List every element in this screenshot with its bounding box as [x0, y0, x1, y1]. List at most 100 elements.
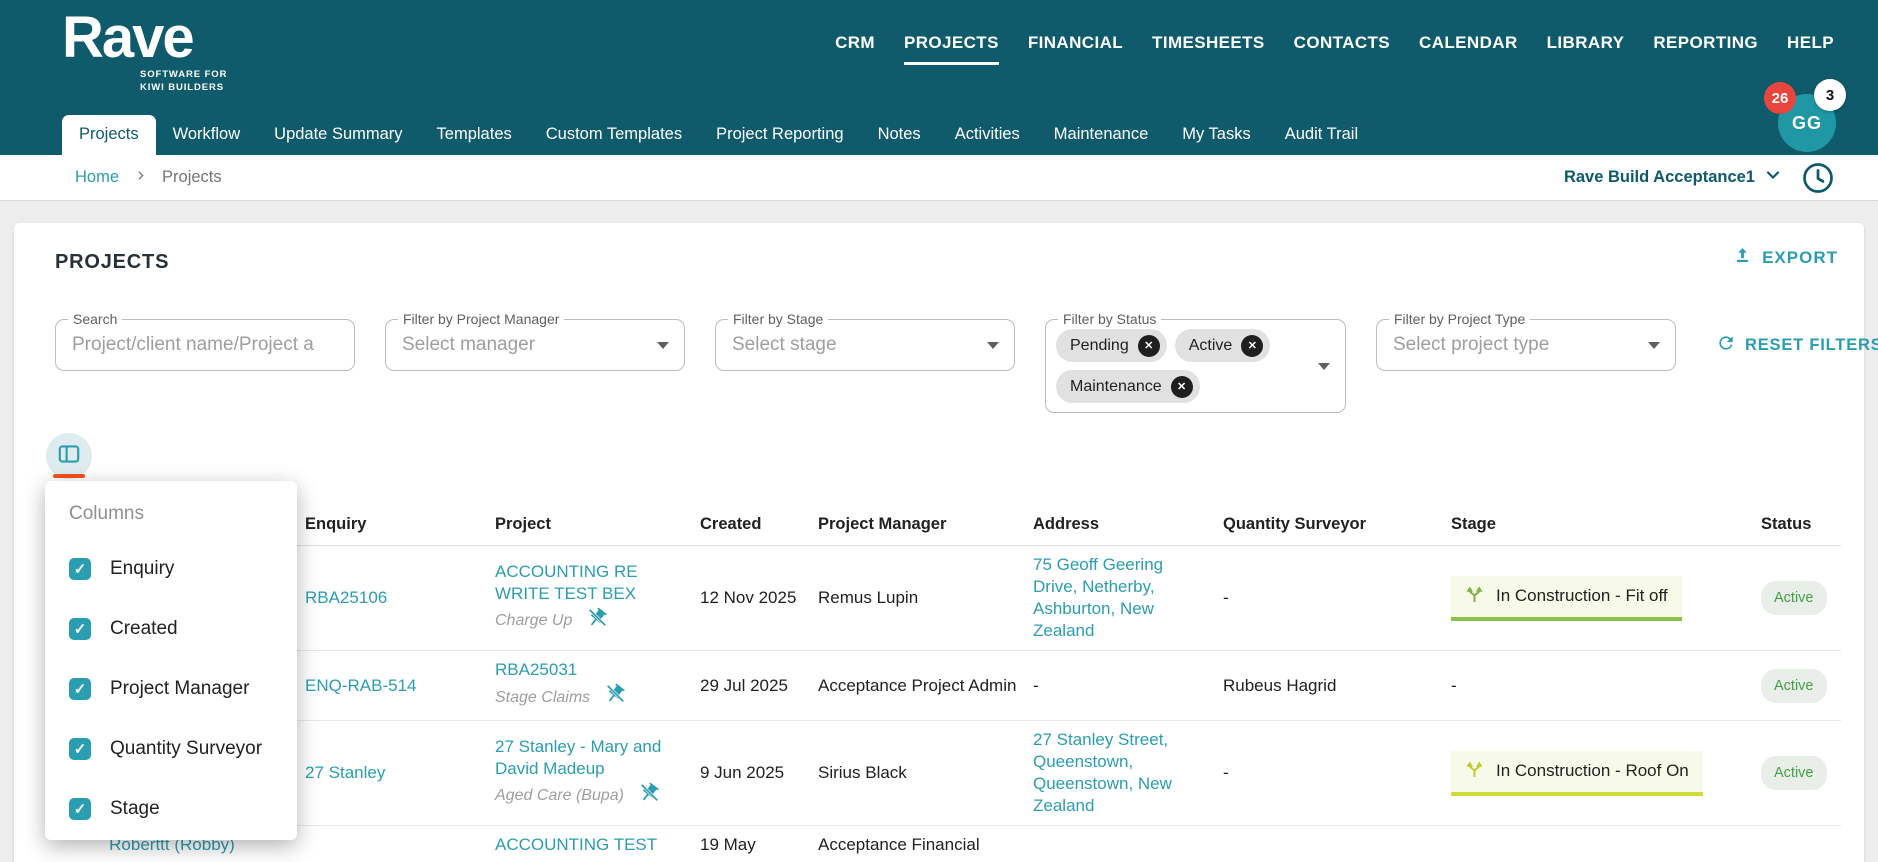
notification-count-badge[interactable]: 26 [1764, 82, 1796, 114]
tab-maintenance[interactable]: Maintenance [1037, 115, 1165, 155]
status-chip-pending: Pending ✕ [1056, 329, 1167, 362]
columns-active-indicator [53, 474, 85, 478]
top-nav-item-projects[interactable]: PROJECTS [903, 33, 999, 65]
filter-project-manager[interactable]: Filter by Project Manager Select manager [385, 311, 685, 371]
cell-quantity-surveyor: - [1223, 588, 1229, 607]
cell-project-manager: Acceptance Project Admin [818, 675, 1017, 695]
cell-status: Active [1761, 756, 1843, 790]
address-link[interactable]: 27 Stanley Street, Queenstown, Queenstow… [1033, 730, 1172, 815]
table-header-row: Enquiry Project Created Project Manager Addr… [55, 503, 1841, 546]
project-link[interactable]: ACCOUNTING RE WRITE TEST BEX [495, 561, 684, 605]
brand-tagline-line1: SOFTWARE FOR [140, 68, 228, 80]
enquiry-link[interactable]: RBA25106 [305, 588, 387, 607]
checkbox-checked-icon[interactable]: ✓ [69, 618, 91, 640]
export-upload-icon [1732, 245, 1753, 271]
status-chip-label: Maintenance [1070, 377, 1162, 395]
top-nav-item-library[interactable]: LIBRARY [1547, 33, 1625, 53]
cell-project-manager: Acceptance Financial [818, 835, 980, 854]
chevron-right-icon [134, 168, 147, 187]
workflow-stage-icon [1465, 584, 1484, 609]
top-nav-item-calendar[interactable]: CALENDAR [1419, 33, 1518, 53]
chevron-down-icon [987, 342, 999, 349]
filter-project-type[interactable]: Filter by Project Type Select project ty… [1376, 311, 1676, 371]
cell-project: ACCOUNTING RE WRITE TEST BEX Charge Up [495, 561, 700, 636]
checkbox-checked-icon[interactable]: ✓ [69, 558, 91, 580]
status-chips: Pending ✕ Active ✕ Maintenance ✕ [1056, 329, 1305, 403]
unpin-icon[interactable] [604, 683, 626, 712]
cell-enquiry: 27 Stanley [305, 762, 495, 784]
cell-project: ACCOUNTING TEST [495, 834, 700, 856]
secondary-count-badge[interactable]: 3 [1814, 79, 1846, 111]
export-button[interactable]: EXPORT [1732, 245, 1838, 271]
checkbox-checked-icon[interactable]: ✓ [69, 678, 91, 700]
top-nav-item-help[interactable]: HELP [1787, 33, 1834, 53]
brand-tagline: SOFTWARE FOR KIWI BUILDERS [140, 69, 227, 95]
cell-created: 29 Jul 2025 [700, 675, 788, 695]
filter-status[interactable]: Filter by Status Pending ✕ Active ✕ Maintena… [1045, 311, 1346, 413]
column-option-created[interactable]: ✓ Created [69, 599, 297, 659]
status-chip-label: Pending [1070, 336, 1129, 354]
column-option-project-manager[interactable]: ✓ Project Manager [69, 659, 297, 719]
account-switcher[interactable]: Rave Build Acceptance1 [1564, 155, 1783, 200]
app-header: Rave SOFTWARE FOR KIWI BUILDERS CRM PROJE… [0, 0, 1878, 155]
workflow-stage-icon [1465, 759, 1484, 784]
top-nav-item-timesheets[interactable]: TIMESHEETS [1152, 33, 1265, 53]
filter-stage[interactable]: Filter by Stage Select stage [715, 311, 1015, 371]
status-badge: Active [1761, 581, 1827, 615]
chip-remove-icon[interactable]: ✕ [1137, 334, 1160, 357]
stage-badge[interactable]: In Construction - Fit off [1451, 575, 1682, 621]
column-option-enquiry[interactable]: ✓ Enquiry [69, 539, 297, 599]
tab-activities[interactable]: Activities [938, 115, 1037, 155]
unpin-icon[interactable] [638, 782, 660, 811]
tab-update-summary[interactable]: Update Summary [257, 115, 419, 155]
search-input[interactable] [56, 320, 354, 370]
breadcrumb-bar: Home Projects Rave Build Acceptance1 [0, 155, 1878, 201]
tab-projects[interactable]: Projects [62, 115, 156, 155]
cell-enquiry: RBA25106 [305, 587, 495, 609]
tab-project-reporting[interactable]: Project Reporting [699, 115, 860, 155]
top-nav-item-reporting[interactable]: REPORTING [1653, 33, 1758, 53]
project-subtitle-text: Charge Up [495, 612, 573, 629]
cell-project-manager: Sirius Black [818, 763, 907, 782]
breadcrumb-current: Projects [162, 168, 222, 186]
reset-filters-button[interactable]: RESET FILTERS [1716, 319, 1878, 371]
cell-address: - [1033, 675, 1039, 695]
stage-badge[interactable]: In Construction - Roof On [1451, 750, 1703, 796]
user-avatar-group: GG 26 3 [1764, 79, 1846, 152]
checkbox-checked-icon[interactable]: ✓ [69, 798, 91, 820]
cell-address: 75 Geoff Geering Drive, Netherby, Ashbur… [1033, 554, 1223, 642]
top-nav-item-financial[interactable]: FINANCIAL [1028, 33, 1123, 53]
cell-stage: In Construction - Fit off [1451, 575, 1761, 621]
address-link[interactable]: 75 Geoff Geering Drive, Netherby, Ashbur… [1033, 555, 1163, 640]
chip-remove-icon[interactable]: ✕ [1170, 375, 1193, 398]
brand-logo[interactable]: Rave SOFTWARE FOR KIWI BUILDERS [62, 7, 227, 95]
columns-toggle-button[interactable] [46, 433, 92, 479]
tab-templates[interactable]: Templates [420, 115, 529, 155]
column-option-quantity-surveyor[interactable]: ✓ Quantity Surveyor [69, 719, 297, 779]
chip-remove-icon[interactable]: ✕ [1241, 334, 1264, 357]
tab-notes[interactable]: Notes [861, 115, 938, 155]
column-option-stage[interactable]: ✓ Stage [69, 779, 297, 839]
checkbox-checked-icon[interactable]: ✓ [69, 738, 91, 760]
history-clock-icon[interactable] [1800, 160, 1836, 196]
project-subtitle: Stage Claims [495, 683, 684, 712]
top-nav-item-contacts[interactable]: CONTACTS [1294, 33, 1390, 53]
enquiry-link[interactable]: 27 Stanley [305, 763, 385, 782]
top-nav-item-crm[interactable]: CRM [835, 33, 875, 53]
project-subtitle-text: Aged Care (Bupa) [495, 787, 624, 804]
status-chip-maintenance: Maintenance ✕ [1056, 370, 1200, 403]
tab-custom-templates[interactable]: Custom Templates [529, 115, 699, 155]
project-link[interactable]: ACCOUNTING TEST [495, 834, 684, 856]
columns-dropdown-panel: Columns ✓ Enquiry ✓ Created ✓ Project Manager… [45, 481, 297, 840]
tab-my-tasks[interactable]: My Tasks [1165, 115, 1267, 155]
breadcrumb-home-link[interactable]: Home [75, 168, 119, 187]
tab-audit-trail[interactable]: Audit Trail [1268, 115, 1375, 155]
tab-workflow[interactable]: Workflow [156, 115, 258, 155]
project-link[interactable]: 27 Stanley - Mary and David Madeup [495, 736, 684, 780]
project-link[interactable]: RBA25031 [495, 659, 684, 681]
table-row: 27 Stanley 27 Stanley - Mary and David Ma… [55, 721, 1841, 826]
enquiry-link[interactable]: ENQ-RAB-514 [305, 676, 416, 695]
breadcrumb: Home Projects [75, 155, 222, 200]
unpin-icon[interactable] [586, 607, 608, 636]
header-quantity-surveyor: Quantity Surveyor [1223, 514, 1367, 533]
